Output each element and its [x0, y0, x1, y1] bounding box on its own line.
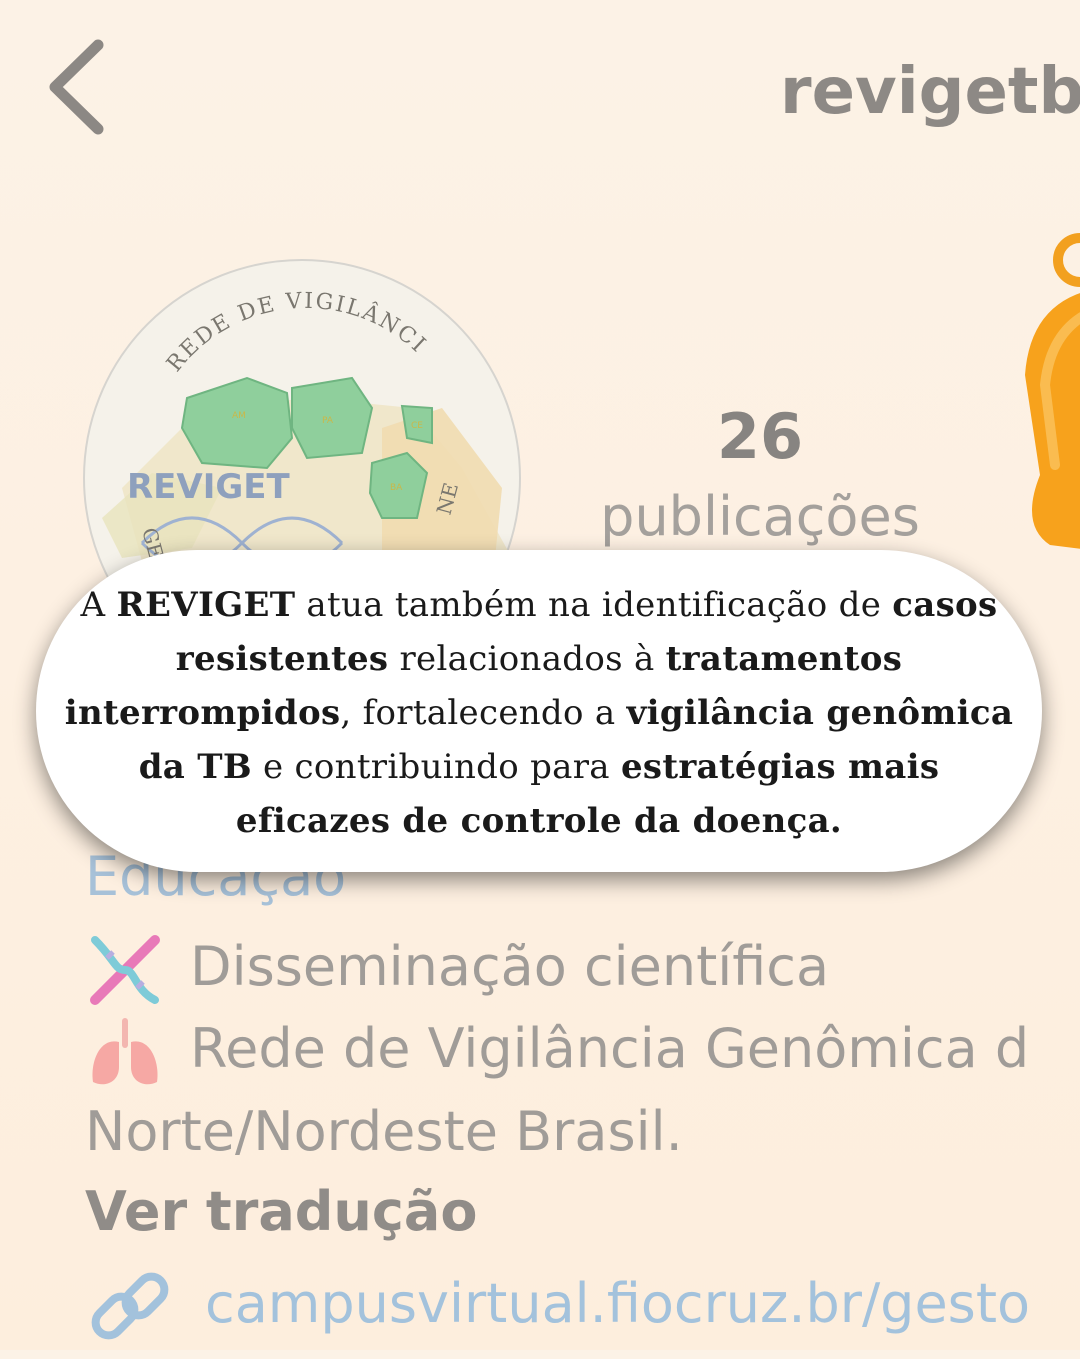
back-button[interactable] — [40, 35, 120, 145]
bell-icon — [1010, 225, 1080, 555]
callout-segment: , fortalecendo a — [340, 693, 627, 733]
callout-segment: relacionados à — [388, 639, 666, 679]
profile-link[interactable]: campusvirtual.fiocruz.br/gesto — [205, 1272, 1030, 1335]
profile-username: revigetbr — [780, 55, 1080, 129]
callout-bubble: A REVIGET atua também na identificação d… — [36, 550, 1042, 872]
callout-emphasis: REVIGET — [116, 585, 296, 625]
bio-line-network: Rede de Vigilância Genômica d — [190, 1017, 1030, 1080]
see-translation-button[interactable]: Ver tradução — [85, 1180, 477, 1243]
avatar-brand-text: REVIGET — [127, 467, 291, 507]
callout-segment: atua também na identificação de — [295, 585, 893, 625]
avatar-state-pa: PA — [322, 416, 334, 426]
bio-line-region: Norte/Nordeste Brasil. — [85, 1100, 683, 1163]
link-icon — [85, 1265, 169, 1345]
bio-line-dissemination: Disseminação científica — [190, 935, 830, 998]
chevron-left-icon — [49, 39, 104, 135]
avatar-state-ce: CE — [411, 421, 423, 431]
callout-text: A REVIGET atua também na identificação d… — [59, 578, 1019, 848]
posts-label: publicações — [600, 485, 920, 548]
lungs-emoji-icon — [85, 1012, 165, 1092]
avatar-state-ba: BA — [390, 483, 403, 493]
callout-segment: e contribuindo para — [251, 747, 621, 787]
callout-segment: A — [80, 585, 117, 625]
dna-emoji-icon — [85, 930, 165, 1010]
posts-count: 26 — [716, 400, 804, 473]
avatar-state-am: AM — [232, 411, 246, 421]
